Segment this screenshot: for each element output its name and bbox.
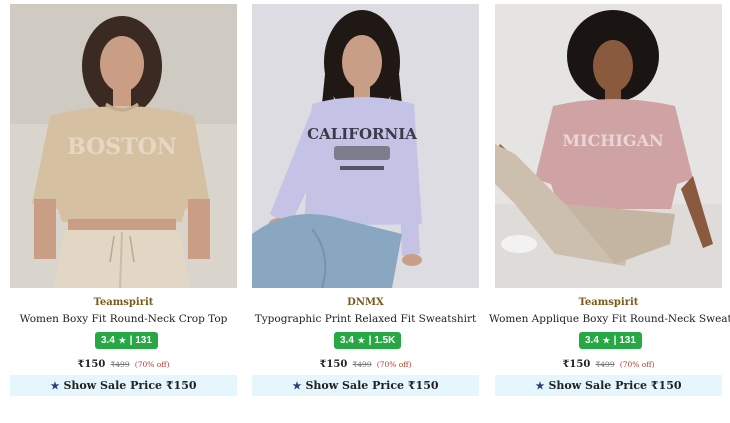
product-image[interactable]: CALIFORNIA [252, 4, 479, 288]
star-icon: ★ [50, 381, 60, 392]
rating-count: 131 [135, 335, 152, 346]
product-image[interactable]: MICHIGAN [495, 4, 722, 288]
product-card[interactable]: CALIFORNIA DNMX Typographic Print Relaxe… [252, 4, 479, 396]
discount-percent: (70% off) [619, 360, 655, 369]
sale-price-label: Show Sale Price ₹150 [63, 379, 197, 392]
sale-price-label: Show Sale Price ₹150 [305, 379, 439, 392]
product-card[interactable]: BOSTON Teamspirit Women Boxy Fit Round-N… [10, 4, 237, 396]
rating-value: 3.4 [101, 335, 115, 346]
original-price: ₹499 [352, 360, 372, 369]
original-price: ₹499 [110, 360, 130, 369]
sale-price: ₹150 [562, 359, 591, 370]
brand-name[interactable]: Teamspirit [495, 297, 722, 308]
star-icon: ★ [535, 381, 545, 392]
product-title[interactable]: Women Applique Boxy Fit Round-Neck Sweat… [489, 313, 730, 325]
original-price: ₹499 [595, 360, 615, 369]
svg-text:BOSTON: BOSTON [67, 134, 177, 160]
show-sale-price-button[interactable]: ★ Show Sale Price ₹150 [10, 375, 237, 396]
product-image[interactable]: BOSTON [10, 4, 237, 288]
svg-text:CALIFORNIA: CALIFORNIA [307, 125, 417, 143]
rating-count: 131 [619, 335, 636, 346]
star-icon: ★ [357, 336, 365, 345]
rating-separator: | [613, 335, 617, 346]
price-row: ₹150 ₹499 (70% off) [252, 359, 479, 370]
product-title[interactable]: Women Boxy Fit Round-Neck Crop Top [4, 313, 243, 325]
brand-name[interactable]: DNMX [252, 297, 479, 308]
sale-price-label: Show Sale Price ₹150 [548, 379, 682, 392]
product-title[interactable]: Typographic Print Relaxed Fit Sweatshirt [246, 313, 485, 325]
price-row: ₹150 ₹499 (70% off) [495, 359, 722, 370]
show-sale-price-button[interactable]: ★ Show Sale Price ₹150 [252, 375, 479, 396]
rating-separator: | [368, 335, 372, 346]
show-sale-price-button[interactable]: ★ Show Sale Price ₹150 [495, 375, 722, 396]
brand-name[interactable]: Teamspirit [10, 297, 237, 308]
rating-badge: 3.4 ★ | 1.5K [334, 332, 402, 349]
rating-separator: | [129, 335, 133, 346]
price-row: ₹150 ₹499 (70% off) [10, 359, 237, 370]
svg-text:MICHIGAN: MICHIGAN [562, 131, 663, 150]
discount-percent: (70% off) [376, 360, 412, 369]
rating-value: 3.4 [340, 335, 354, 346]
product-card[interactable]: MICHIGAN Teamspirit Women Applique Boxy … [489, 4, 730, 396]
rating-count: 1.5K [374, 335, 396, 346]
star-icon: ★ [602, 336, 610, 345]
star-icon: ★ [118, 336, 126, 345]
rating-badge: 3.4 ★ | 131 [579, 332, 642, 349]
sale-price: ₹150 [77, 359, 106, 370]
rating-badge: 3.4 ★ | 131 [95, 332, 158, 349]
product-grid: BOSTON Teamspirit Women Boxy Fit Round-N… [10, 4, 730, 396]
star-icon: ★ [292, 381, 302, 392]
discount-percent: (70% off) [134, 360, 170, 369]
sale-price: ₹150 [319, 359, 348, 370]
rating-value: 3.4 [585, 335, 599, 346]
